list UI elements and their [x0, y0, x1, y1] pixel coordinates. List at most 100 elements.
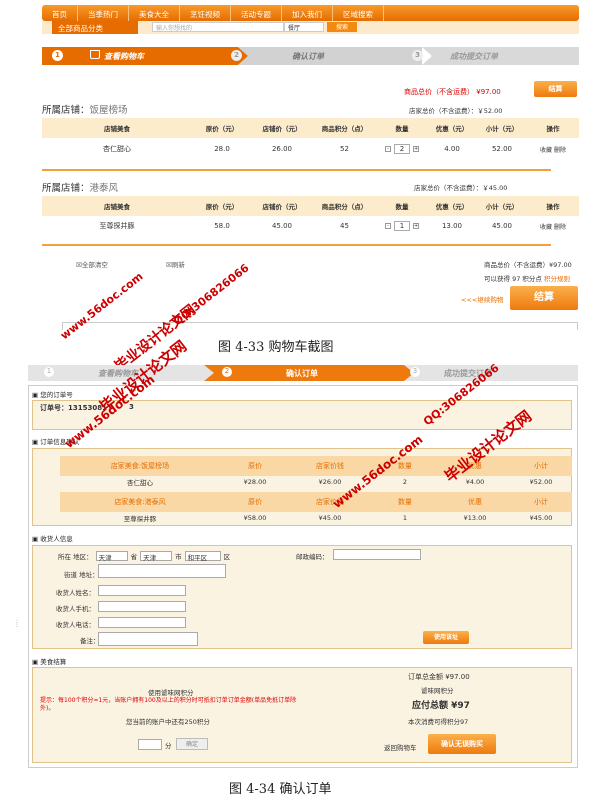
- shop-head: 店家美食:港泰风: [114, 498, 166, 506]
- receiver-title: ▣ 收货人信息: [32, 535, 73, 543]
- cart-table-header: 店铺美食 原价（元） 店铺价（元） 商品积分（点） 数量 优惠（元） 小计（元）…: [42, 118, 579, 138]
- plus-icon[interactable]: +: [413, 223, 419, 229]
- nav-recipes[interactable]: 美食大全: [129, 5, 180, 21]
- category-button[interactable]: 全部商品分类: [52, 21, 138, 34]
- col-disc: 优惠: [468, 498, 482, 506]
- district-select[interactable]: 和平区: [184, 551, 221, 562]
- divider: [42, 169, 551, 171]
- continue-shopping-link[interactable]: <<<继续购物: [461, 294, 503, 304]
- nav-join[interactable]: 加入我们: [282, 5, 333, 21]
- points-rule-link[interactable]: 积分规则: [544, 275, 570, 283]
- quantity-stepper: - 1 +: [377, 221, 427, 231]
- nav-events[interactable]: 活动专题: [231, 5, 282, 21]
- row-orig: ¥28.00: [243, 478, 267, 486]
- name-label: 收货人姓名：: [56, 589, 95, 597]
- step-2-label: 确认订单: [292, 52, 324, 61]
- plus-icon[interactable]: +: [413, 146, 419, 152]
- search-button[interactable]: 搜索: [327, 22, 357, 32]
- row-qty: 1: [402, 514, 408, 522]
- confirm-buy-button[interactable]: 确认无误购买: [428, 734, 496, 754]
- nav-hot[interactable]: 当季热门: [78, 5, 129, 21]
- item-discount: 13.00: [441, 222, 463, 230]
- checkout-button[interactable]: 结算: [510, 286, 578, 310]
- item-price: 45.00: [271, 222, 293, 230]
- cart-table-header: 店铺美食 原价（元） 店铺价（元） 商品积分（点） 数量 优惠（元） 小计（元）…: [42, 196, 579, 216]
- item-subtotal: 45.00: [491, 222, 513, 230]
- shop-label: 所属店铺：: [42, 105, 90, 116]
- shop-2-header: 店家美食:港泰风 原价 店家价钱 数量 优惠 小计: [60, 492, 572, 512]
- cart-total-top-value: ¥97.00: [476, 88, 501, 96]
- use-address-button[interactable]: 使用该址: [423, 631, 469, 644]
- points-input[interactable]: [138, 739, 162, 750]
- refresh-link[interactable]: ☒刷新: [166, 259, 185, 269]
- item-subtotal: 52.00: [491, 145, 513, 153]
- col-food: 店铺美食: [104, 125, 130, 133]
- item-ops-links[interactable]: 收藏 删除: [527, 145, 579, 154]
- area-row: 所在 地区： 天津 省 天津 市 和平区 区: [58, 551, 231, 562]
- col-food: 店铺美食: [104, 203, 130, 211]
- col-orig: 原价（元）: [205, 125, 239, 133]
- col-discount: 优惠（元）: [435, 125, 469, 133]
- item-ops-links[interactable]: 收藏 删除: [527, 222, 579, 231]
- shop-1-title: 所属店铺：饭屋榜场: [42, 102, 128, 116]
- zip-input[interactable]: [333, 549, 421, 560]
- minus-icon[interactable]: -: [385, 223, 391, 229]
- search-type-select[interactable]: 餐厅: [284, 22, 324, 32]
- back-to-cart-link[interactable]: 返回购物车: [384, 742, 417, 752]
- nav-videos[interactable]: 烹饪视频: [180, 5, 231, 21]
- nav-area-search[interactable]: 区域搜索: [333, 5, 384, 21]
- item-name[interactable]: 杏仁甜心: [42, 144, 192, 154]
- consume-points: 本次消费可得积分97: [408, 718, 469, 726]
- item-orig: 58.0: [214, 222, 230, 230]
- settle-title: ▣ 美食结算: [32, 658, 67, 666]
- table-row: 杏仁甜心 28.0 26.00 52 - 2 + 4.00 52.00 收藏 删…: [42, 144, 579, 154]
- footer-box: [62, 322, 578, 330]
- clear-all-link[interactable]: ☒全部清空: [76, 259, 108, 269]
- order-no-title: ▣ 您的订单号: [32, 391, 73, 399]
- step-2-label: 确认订单: [286, 369, 318, 378]
- quantity-input[interactable]: 2: [394, 144, 410, 154]
- figure-caption-1: 图 4-33 购物车截图: [218, 340, 334, 355]
- margin-dots: ::: [16, 618, 19, 629]
- remark-input[interactable]: [98, 632, 198, 646]
- mobile-label: 收货人手机：: [56, 605, 95, 613]
- item-name[interactable]: 至尊探井豚: [42, 221, 192, 231]
- item-points: 52: [340, 145, 349, 153]
- shop-name[interactable]: 饭屋榜场: [90, 105, 128, 116]
- name-input[interactable]: [98, 585, 186, 596]
- item-orig: 28.0: [214, 145, 230, 153]
- street-input[interactable]: [98, 564, 226, 578]
- nav-home[interactable]: 首页: [42, 5, 78, 21]
- step-1-label: 查看购物车: [104, 52, 144, 61]
- col-ops: 操作: [546, 125, 560, 133]
- quantity-input[interactable]: 1: [394, 221, 410, 231]
- col-price: 店铺价（元）: [262, 203, 302, 211]
- row-qty: 2: [402, 478, 408, 486]
- area-label: 所在 地区：: [58, 553, 93, 561]
- top-nav: 首页 当季热门 美食大全 烹饪视频 活动专题 加入我们 区域搜索: [42, 5, 579, 21]
- province-select[interactable]: 天津: [95, 551, 128, 562]
- use-points-label: 使用谑味网积分: [148, 689, 194, 697]
- phone-label: 收货人电话：: [56, 621, 95, 629]
- search-input[interactable]: 输入你想找的: [152, 22, 284, 32]
- phone-input[interactable]: [98, 617, 186, 628]
- order-total: 订单总金额 ¥97.00: [408, 673, 470, 681]
- minus-icon[interactable]: -: [385, 146, 391, 152]
- cart-icon: [90, 50, 100, 59]
- shop-name[interactable]: 港泰风: [90, 183, 119, 194]
- row-price: ¥45.00: [318, 514, 342, 522]
- points-unit: 分: [165, 742, 172, 750]
- city-select[interactable]: 天津: [140, 551, 173, 562]
- province-unit: 省: [130, 553, 138, 561]
- confirm-points-button[interactable]: 确定: [176, 738, 208, 750]
- step-3-label: 成功提交订单: [450, 52, 498, 61]
- checkout-top-button[interactable]: 结算: [534, 81, 577, 97]
- col-points: 商品积分（点）: [321, 125, 368, 133]
- figure-caption-2: 图 4-34 确认订单: [229, 782, 332, 797]
- row-sub: ¥45.00: [529, 514, 553, 522]
- mobile-input[interactable]: [98, 601, 186, 612]
- district-unit: 区: [223, 553, 231, 561]
- points-tip: 提示：每100个积分=1元，当账户拥有100及以上的积分时可抵扣订单订单金额(单…: [40, 697, 297, 712]
- col-ops: 操作: [546, 203, 560, 211]
- step-3-number: 3: [410, 367, 420, 377]
